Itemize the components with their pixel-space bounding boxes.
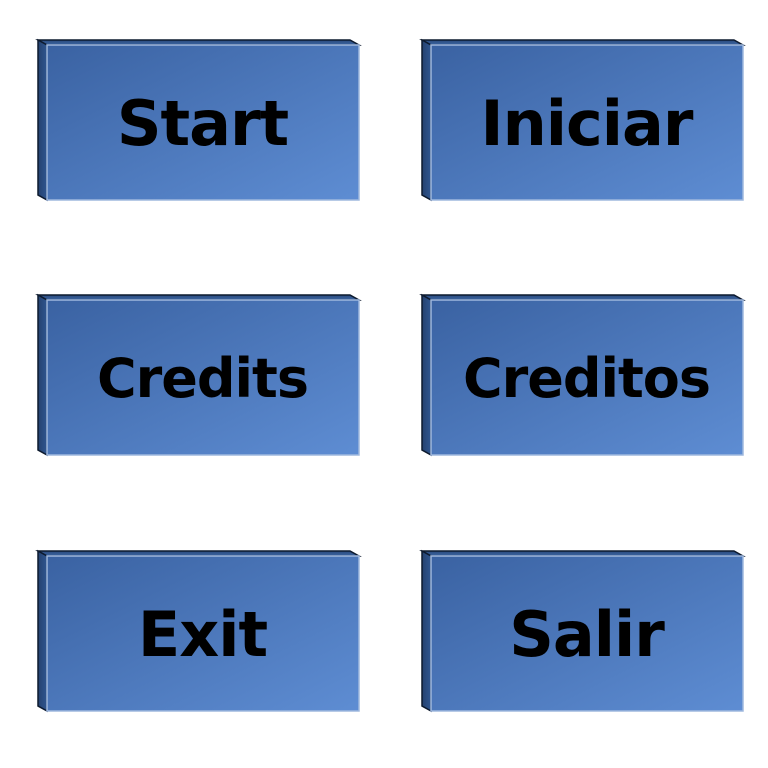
start-button-label: Start (116, 86, 289, 160)
creditos-button-label: Creditos (462, 346, 711, 410)
salir-button[interactable]: Salir (419, 549, 746, 713)
credits-button[interactable]: Credits (35, 293, 362, 457)
exit-button-label: Exit (137, 597, 268, 671)
salir-button-label: Salir (509, 597, 665, 671)
start-button[interactable]: Start (35, 38, 362, 202)
iniciar-button[interactable]: Iniciar (419, 38, 746, 202)
iniciar-button-label: Iniciar (480, 86, 694, 160)
exit-button[interactable]: Exit (35, 549, 362, 713)
credits-button-label: Credits (96, 346, 309, 410)
creditos-button[interactable]: Creditos (419, 293, 746, 457)
